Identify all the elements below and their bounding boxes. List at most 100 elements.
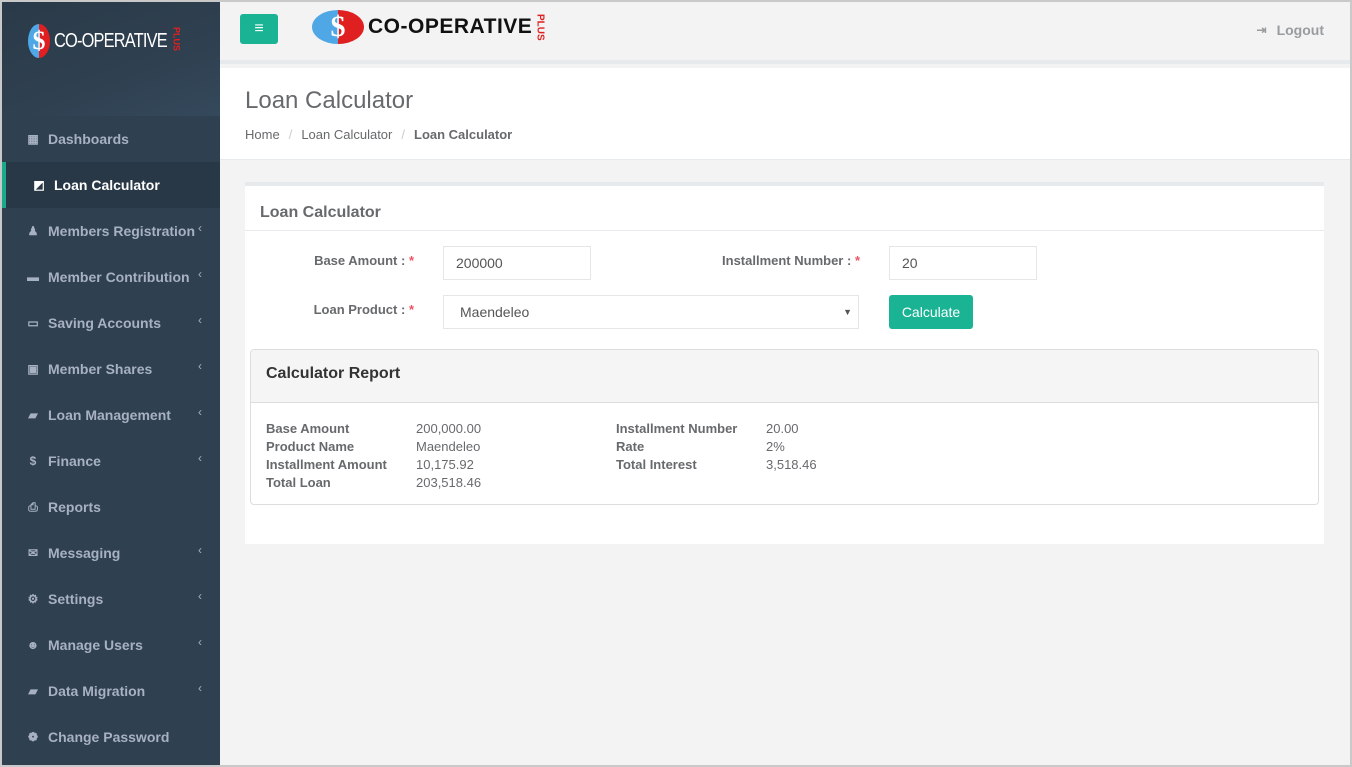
report-row: Installment Number 20.00 <box>616 420 817 438</box>
sign-out-icon: ⇥ <box>1256 23 1267 37</box>
installment-number-input[interactable]: 20 <box>889 246 1037 280</box>
loan-product-value: Maendeleo <box>460 304 530 320</box>
calculate-button[interactable]: Calculate <box>889 295 973 329</box>
dropdown-arrow-icon: ▼ <box>843 307 852 317</box>
report-title: Calculator Report <box>251 350 1318 403</box>
logout-link[interactable]: ⇥ Logout <box>1257 22 1324 38</box>
brand-name: CO-OPERATIVE <box>54 29 168 52</box>
sidebar-item-label: Members Registration <box>48 223 196 239</box>
brand-suffix: PLUS <box>171 26 182 51</box>
breadcrumb-separator: / <box>401 127 405 142</box>
breadcrumb: Home / Loan Calculator / Loan Calculator <box>245 127 1350 142</box>
chevron-left-icon[interactable]: ‹ <box>198 359 202 373</box>
briefcase-icon: ▣ <box>27 362 39 376</box>
required-mark: * <box>408 302 414 317</box>
sidebar-logo[interactable]: $ CO-OPERATIVE PLUS <box>28 24 182 58</box>
box-title: Loan Calculator <box>245 186 1324 231</box>
sidebar-item-label: Reports <box>48 499 101 515</box>
sidebar-item-member-contribution[interactable]: ▬ Member Contribution ‹ <box>2 254 220 300</box>
report-row: Total Interest 3,518.46 <box>616 456 817 474</box>
breadcrumb-current: Loan Calculator <box>414 127 513 142</box>
dollar-icon: $ <box>29 454 37 468</box>
loan-product-label: Loan Product : * <box>313 302 414 317</box>
breadcrumb-home[interactable]: Home <box>245 127 280 142</box>
report-key: Base Amount <box>266 421 350 436</box>
report-key: Total Interest <box>616 457 697 472</box>
envelope-icon: ✉ <box>27 546 39 560</box>
report-value: Maendeleo <box>416 439 481 454</box>
chevron-left-icon[interactable]: ‹ <box>198 589 202 603</box>
sidebar-item-label: Messaging <box>48 545 121 561</box>
breadcrumb-separator: / <box>288 127 293 142</box>
sidebar-item-manage-users[interactable]: ☻ Manage Users ‹ <box>2 622 220 668</box>
chevron-left-icon[interactable]: ‹ <box>198 221 202 235</box>
chevron-left-icon[interactable]: ‹ <box>198 635 202 649</box>
sidebar-item-members-registration[interactable]: ♟ Members Registration ‹ <box>2 208 220 254</box>
report-value: 10,175.92 <box>416 457 474 472</box>
user-md-icon: ♟ <box>27 224 39 238</box>
book-icon: ▰ <box>28 684 38 698</box>
sidebar-item-change-password[interactable]: ❁ Change Password <box>2 714 220 760</box>
report-row: Base Amount 200,000.00 <box>266 420 481 438</box>
folder-icon: ▬ <box>27 270 39 284</box>
sidebar-item-label: Change Password <box>48 729 170 745</box>
report-key: Total Loan <box>266 475 331 490</box>
report-row: Product Name Maendeleo <box>266 438 481 456</box>
logout-label: Logout <box>1276 22 1324 38</box>
paw-icon: ❁ <box>27 730 39 744</box>
topbar: ≡ $ CO-OPERATIVE PLUS ⇥ Logout <box>220 2 1350 64</box>
sidebar-item-messaging[interactable]: ✉ Messaging ‹ <box>2 530 220 576</box>
sidebar-item-loan-management[interactable]: ▰ Loan Management ‹ <box>2 392 220 438</box>
sidebar-item-reports[interactable]: ⎙ Reports <box>2 484 220 530</box>
report-key: Installment Amount <box>266 457 387 472</box>
installment-number-label: Installment Number : * <box>722 253 860 268</box>
sidebar-item-label: Saving Accounts <box>48 315 162 331</box>
sidebar-item-label: Settings <box>48 591 104 607</box>
sidebar-item-label: Member Contribution <box>48 269 190 285</box>
brand-suffix: PLUS <box>534 13 546 41</box>
loan-product-select[interactable]: Maendeleo ▼ <box>443 295 859 329</box>
coin-logo-icon: $ <box>312 10 364 44</box>
chevron-left-icon[interactable]: ‹ <box>198 405 202 419</box>
report-row: Total Loan 203,518.46 <box>266 474 481 492</box>
report-key: Rate <box>616 439 645 454</box>
sidebar-item-dashboards[interactable]: ▦ Dashboards <box>2 116 220 162</box>
sidebar-item-loan-calculator[interactable]: ◩ Loan Calculator <box>2 162 220 208</box>
sidebar-item-member-shares[interactable]: ▣ Member Shares ‹ <box>2 346 220 392</box>
sidebar-item-data-migration[interactable]: ▰ Data Migration ‹ <box>2 668 220 714</box>
chevron-left-icon[interactable]: ‹ <box>198 313 202 327</box>
report-left-column: Base Amount 200,000.00 Product Name Maendel… <box>266 420 481 492</box>
sidebar-item-label: Finance <box>48 453 101 469</box>
credit-card-icon: ▭ <box>27 316 39 330</box>
sidebar-item-label: Dashboards <box>48 131 129 147</box>
report-value: 203,518.46 <box>416 475 482 490</box>
sidebar-menu: ▦ Dashboards ◩ Loan Calculator ♟ Members Regi… <box>2 116 220 760</box>
coin-logo-icon: $ <box>28 24 50 58</box>
chevron-left-icon[interactable]: ‹ <box>198 681 202 695</box>
required-mark: * <box>408 253 414 268</box>
breadcrumb-loan-calculator[interactable]: Loan Calculator <box>301 127 392 142</box>
report-value: 20.00 <box>766 421 799 436</box>
required-mark: * <box>854 253 860 268</box>
sidebar-item-label: Data Migration <box>48 683 146 699</box>
print-icon: ⎙ <box>28 499 38 514</box>
sidebar-item-saving-accounts[interactable]: ▭ Saving Accounts ‹ <box>2 300 220 346</box>
base-amount-input[interactable]: 200000 <box>443 246 591 280</box>
sidebar-item-finance[interactable]: $ Finance ‹ <box>2 438 220 484</box>
page-title: Loan Calculator <box>245 87 414 114</box>
report-key: Product Name <box>266 439 355 454</box>
report-key: Installment Number <box>616 421 738 436</box>
page-heading: Loan Calculator Home / Loan Calculator /… <box>220 68 1350 160</box>
report-value: 200,000.00 <box>416 421 482 436</box>
sidebar-header: $ CO-OPERATIVE PLUS <box>2 2 220 116</box>
cogs-icon: ⚙ <box>27 592 39 606</box>
chevron-left-icon[interactable]: ‹ <box>198 267 202 281</box>
chevron-left-icon[interactable]: ‹ <box>198 543 202 557</box>
calculator-icon: ◩ <box>33 178 45 192</box>
sidebar-item-settings[interactable]: ⚙ Settings ‹ <box>2 576 220 622</box>
chevron-left-icon[interactable]: ‹ <box>198 451 202 465</box>
report-row: Installment Amount 10,175.92 <box>266 456 481 474</box>
menu-toggle-button[interactable]: ≡ <box>240 14 278 44</box>
report-value: 3,518.46 <box>766 457 817 472</box>
report-right-column: Installment Number 20.00 Rate 2% Total Inter… <box>616 420 817 474</box>
